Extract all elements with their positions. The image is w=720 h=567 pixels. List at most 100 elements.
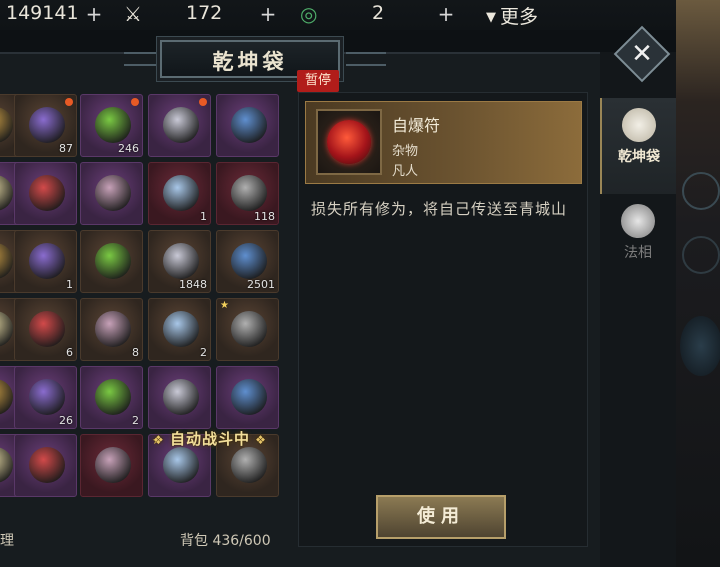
item-count: 2501	[247, 278, 275, 291]
item-count: 2	[200, 346, 207, 359]
bag-capacity: 背包 436/600	[180, 533, 271, 549]
resource-second-currency: 172	[186, 2, 223, 24]
item-count: 2	[132, 414, 139, 427]
item-icon	[95, 107, 131, 143]
item-icon	[29, 311, 65, 347]
tab-dharma[interactable]: 法相	[600, 194, 676, 290]
item-count: 118	[254, 210, 275, 223]
item-icon	[29, 175, 65, 211]
item-icon	[0, 311, 13, 347]
item-slot[interactable]	[216, 94, 279, 157]
item-slot[interactable]: 6	[14, 298, 77, 361]
tab-bag-label: 乾坤袋	[618, 149, 660, 165]
item-slot[interactable]: 2	[148, 298, 211, 361]
item-icon	[0, 175, 13, 211]
item-count: 26	[59, 414, 73, 427]
item-slot[interactable]: 246	[80, 94, 143, 157]
item-slot[interactable]: 1	[14, 230, 77, 293]
item-count: 87	[59, 142, 73, 155]
title-ornament-right	[346, 52, 386, 66]
item-slot[interactable]: 2	[80, 366, 143, 429]
item-icon	[95, 175, 131, 211]
add-spirit-stones-icon[interactable]: +	[84, 4, 104, 24]
item-slot[interactable]	[80, 230, 143, 293]
item-slot[interactable]: 118	[216, 162, 279, 225]
item-icon	[163, 107, 199, 143]
item-icon	[29, 379, 65, 415]
item-slot[interactable]	[80, 162, 143, 225]
item-icon	[0, 447, 13, 483]
resource-spirit-stones: 149141	[6, 2, 79, 24]
item-icon	[231, 379, 267, 415]
item-slot[interactable]: 8	[80, 298, 143, 361]
add-second-currency-icon[interactable]: +	[258, 4, 278, 24]
item-icon	[231, 311, 267, 347]
item-slot[interactable]	[14, 434, 77, 497]
item-slot[interactable]	[14, 162, 77, 225]
item-icon	[163, 379, 199, 415]
item-icon	[29, 447, 65, 483]
item-count: 1	[200, 210, 207, 223]
more-menu[interactable]: ▼ 更多	[486, 2, 538, 29]
sort-label[interactable]: 理	[0, 530, 14, 550]
tab-bag[interactable]: 乾坤袋	[600, 98, 676, 194]
item-header: 自爆符 杂物 凡人	[305, 101, 582, 184]
title-ornament-left	[124, 52, 164, 66]
item-icon	[163, 311, 199, 347]
item-icon	[231, 243, 267, 279]
jade-ring-icon: ◎	[300, 2, 318, 26]
more-label: 更多	[500, 6, 539, 28]
resource-bar: 149141 + ⚔ 172 + ◎ 2 + ▼ 更多	[0, 0, 720, 30]
item-count: 1	[66, 278, 73, 291]
item-icon	[231, 175, 267, 211]
item-slot[interactable]: ★	[216, 298, 279, 361]
item-icon	[0, 243, 13, 279]
new-item-dot	[199, 98, 207, 106]
item-count: 1848	[179, 278, 207, 291]
use-button[interactable]: 使用	[376, 495, 506, 539]
item-slot[interactable]: 87	[14, 94, 77, 157]
item-slot[interactable]	[148, 94, 211, 157]
item-icon	[29, 243, 65, 279]
item-icon	[0, 379, 13, 415]
sword-icon: ⚔	[124, 2, 142, 26]
dharma-icon	[621, 204, 655, 238]
new-item-dot	[65, 98, 73, 106]
decor-orb-icon	[680, 316, 720, 376]
item-count: 246	[118, 142, 139, 155]
resource-third-currency: 2	[372, 2, 385, 24]
item-slot[interactable]	[148, 366, 211, 429]
item-icon	[163, 447, 199, 483]
world-background-edge	[676, 0, 720, 567]
item-count: 8	[132, 346, 139, 359]
talisman-orb-icon	[327, 120, 371, 164]
item-category: 杂物	[392, 144, 419, 159]
new-item-dot	[131, 98, 139, 106]
item-detail-panel: 自爆符 杂物 凡人 损失所有修为，将自己传送至青城山 使用	[298, 92, 588, 547]
item-icon	[95, 243, 131, 279]
item-slot[interactable]: 1	[148, 162, 211, 225]
item-slot[interactable]	[216, 366, 279, 429]
item-slot[interactable]: 1848	[148, 230, 211, 293]
paused-badge: 暂停	[297, 70, 339, 92]
side-tabs: 乾坤袋 法相	[600, 52, 676, 567]
item-description: 损失所有修为，将自己传送至青城山	[311, 200, 568, 218]
minimap-button-icon	[682, 172, 720, 210]
item-icon	[29, 107, 65, 143]
item-grade: 凡人	[392, 164, 419, 179]
item-slot[interactable]: 26	[14, 366, 77, 429]
bag-icon	[622, 108, 656, 142]
item-icon	[95, 311, 131, 347]
diamond-ornament-icon: ❖	[153, 433, 170, 447]
tab-dharma-label: 法相	[624, 245, 652, 261]
item-icon	[231, 107, 267, 143]
item-icon-frame	[316, 109, 382, 175]
item-count: 6	[66, 346, 73, 359]
item-icon	[95, 447, 131, 483]
add-third-currency-icon[interactable]: +	[436, 4, 456, 24]
item-icon	[231, 447, 267, 483]
auto-fight-label: 自动战斗中	[169, 430, 250, 448]
item-icon	[163, 243, 199, 279]
item-slot[interactable]: 2501	[216, 230, 279, 293]
item-slot[interactable]	[80, 434, 143, 497]
